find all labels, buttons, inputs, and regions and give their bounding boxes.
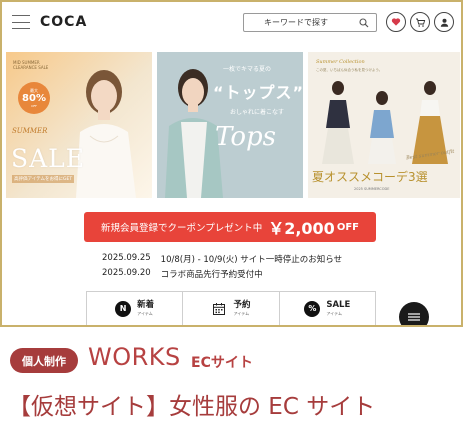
coordinate-heading: 夏オススメコーデ3選: [312, 170, 428, 184]
category-new-button[interactable]: N 新着 アイテム: [87, 292, 184, 325]
list-icon: [408, 313, 420, 321]
sale-subtext: 高評価アイテムをお得にGET: [12, 175, 75, 183]
coordinate-footer: 2025 SUMMERCODE: [354, 187, 390, 191]
user-icon[interactable]: [434, 12, 454, 32]
discount-badge: 最大 80% OFF: [18, 82, 50, 114]
project-title: 【仮想サイト】女性服の EC サイト: [8, 394, 376, 420]
category-sale-button[interactable]: % SALE アイテム: [280, 292, 375, 325]
site-header: COCA: [2, 2, 461, 44]
calendar-icon: [211, 301, 227, 317]
site-screenshot-frame: COCA MID SUMMER CLEARANCE SALE 最大: [0, 0, 463, 327]
sale-tiny-text: MID SUMMER CLEARANCE SALE: [13, 60, 49, 70]
news-item[interactable]: 2025.09.25 10/8(月) - 10/9(火) サイト一時停止のお知ら…: [102, 253, 342, 265]
new-icon: N: [115, 300, 132, 317]
news-text: 10/8(月) - 10/9(火) サイト一時停止のお知らせ: [160, 255, 343, 265]
coordinate-lead: この夏、いちばん似合う私を見つけよう。: [316, 68, 383, 72]
coordinate-eyebrow: Summer Collection: [316, 59, 365, 65]
badge-bottom: OFF: [31, 104, 37, 108]
tops-copy-1: 一枚でキマる夏の: [223, 66, 272, 73]
category-label: SALE: [326, 300, 351, 311]
coupon-banner[interactable]: 新規会員登録でクーポンプレゼント中 ￥2,000 OFF: [84, 212, 376, 242]
news-date: 2025.09.20: [102, 268, 151, 278]
floating-menu-button[interactable]: [399, 302, 429, 325]
sale-summer-text: SUMMER: [12, 127, 48, 135]
works-category: ECサイト: [191, 355, 253, 371]
search-box[interactable]: [243, 13, 377, 32]
heart-icon[interactable]: [386, 12, 406, 32]
coordinate-banner[interactable]: Summer Collection この夏、いちばん似合う私を見つけよう。 Be…: [308, 52, 460, 198]
coupon-amount: ￥2,000: [268, 219, 335, 238]
sale-heading: SALE: [11, 144, 86, 173]
tops-heading: Tops: [215, 122, 276, 152]
category-label: 新着: [137, 300, 155, 311]
coupon-off: OFF: [336, 221, 359, 233]
category-label: 予約: [233, 300, 251, 311]
works-heading: WORKS: [88, 343, 181, 371]
category-sublabel: アイテム: [326, 310, 342, 316]
news-item[interactable]: 2025.09.20 コラボ商品先行予約受付中: [102, 268, 263, 280]
tops-copy-3: おしゃれに着こなす: [230, 109, 285, 116]
news-date: 2025.09.25: [102, 253, 151, 263]
category-sublabel: アイテム: [137, 310, 153, 316]
project-type-tag: 個人制作: [10, 348, 78, 373]
tops-copy-2: “トップス”: [213, 83, 303, 102]
badge-value: 80%: [22, 93, 46, 104]
site-logo[interactable]: COCA: [40, 14, 87, 30]
news-text: コラボ商品先行予約受付中: [160, 270, 263, 280]
category-nav: N 新着 アイテム 予約 アイテム % SALE アイテム: [86, 291, 376, 325]
sale-banner[interactable]: MID SUMMER CLEARANCE SALE 最大 80% OFF SUM…: [6, 52, 152, 198]
search-input[interactable]: [244, 14, 356, 31]
percent-icon: %: [304, 300, 321, 317]
coupon-text: 新規会員登録でクーポンプレゼント中: [100, 223, 263, 234]
category-sublabel: アイテム: [233, 310, 250, 316]
category-reserve-button[interactable]: 予約 アイテム: [183, 292, 280, 325]
search-icon[interactable]: [356, 15, 372, 31]
menu-icon[interactable]: [12, 15, 30, 29]
tops-banner[interactable]: 一枚でキマる夏の “トップス” おしゃれに着こなす Tops: [157, 52, 303, 198]
cart-icon[interactable]: [410, 12, 430, 32]
